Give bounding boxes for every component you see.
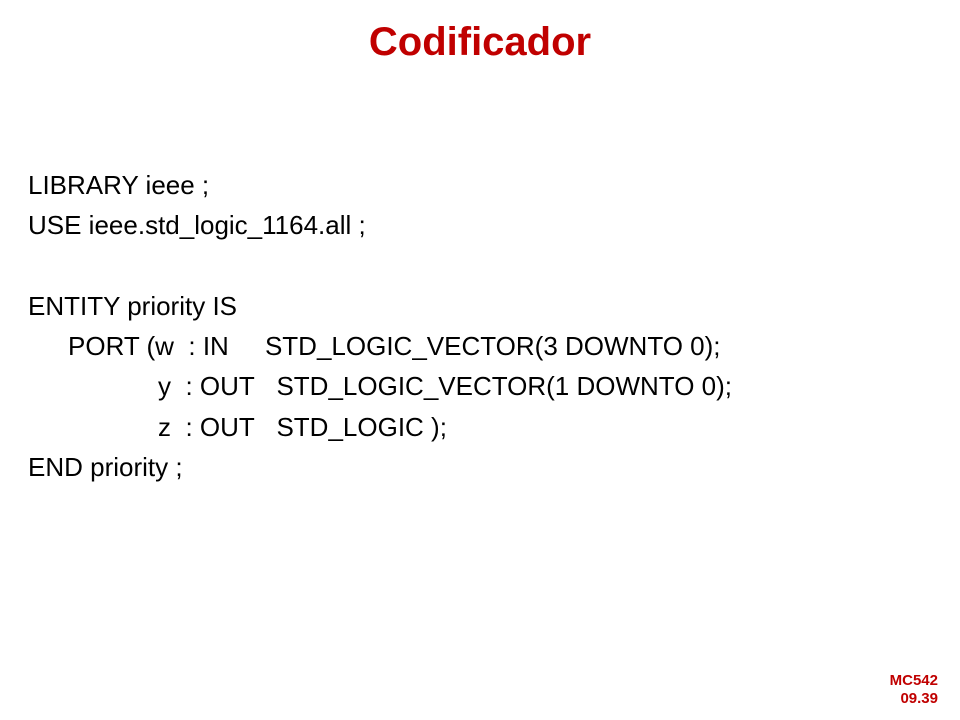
code-line <box>28 246 960 286</box>
code-line: z : OUT STD_LOGIC ); <box>28 407 960 447</box>
slide-title: Codificador <box>0 0 960 85</box>
footer: MC542 09.39 <box>890 672 938 708</box>
code-line: PORT (w : IN STD_LOGIC_VECTOR(3 DOWNTO 0… <box>28 326 960 366</box>
code-line: LIBRARY ieee ; <box>28 165 960 205</box>
code-line: y : OUT STD_LOGIC_VECTOR(1 DOWNTO 0); <box>28 366 960 406</box>
footer-page: 09.39 <box>890 690 938 708</box>
code-line: USE ieee.std_logic_1164.all ; <box>28 205 960 245</box>
code-line: END priority ; <box>28 447 960 487</box>
code-block: LIBRARY ieee ; USE ieee.std_logic_1164.a… <box>0 85 960 487</box>
code-line: ENTITY priority IS <box>28 286 960 326</box>
footer-course: MC542 <box>890 672 938 690</box>
